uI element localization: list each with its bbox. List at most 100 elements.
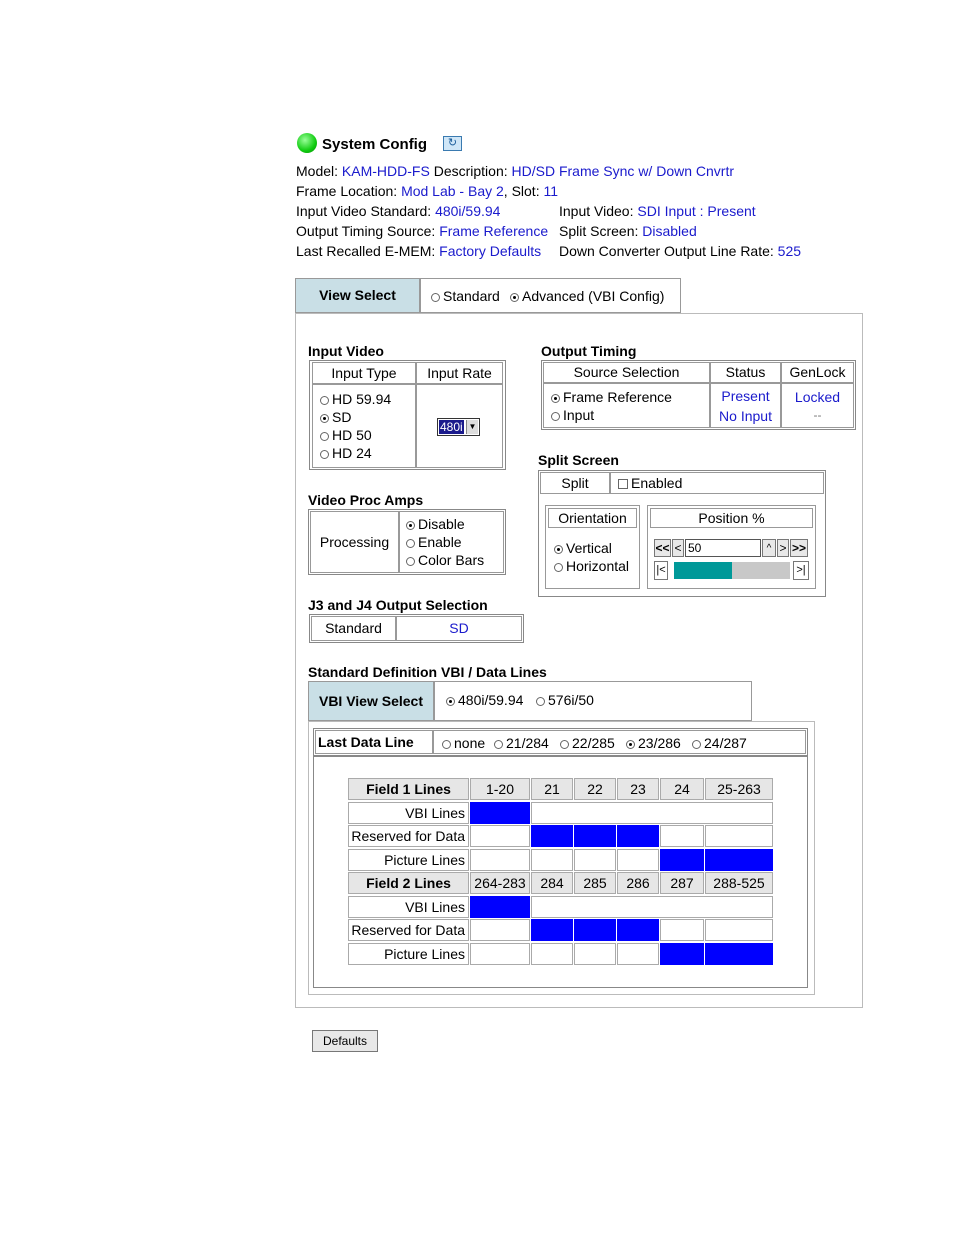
j3j4-title: J3 and J4 Output Selection [308, 597, 488, 613]
processing-option-label: Enable [418, 534, 462, 550]
input-rate-select[interactable]: 480i ▼ [437, 418, 480, 436]
input-type-sd[interactable]: SD [320, 409, 351, 425]
genlock-value: -- [813, 408, 822, 422]
vbi-fill-cell [705, 848, 773, 871]
vbi-fill-cell [470, 801, 530, 824]
radio-selected-icon[interactable] [406, 520, 415, 530]
radio-icon[interactable] [431, 292, 440, 302]
field2-header: Field 2 Lines [348, 872, 469, 894]
radio-icon[interactable] [494, 739, 503, 749]
position-slider-fill[interactable] [674, 562, 732, 579]
last-line-23[interactable]: 23/286 [626, 735, 681, 751]
vbi-empty-cell [531, 848, 573, 871]
radio-icon[interactable] [406, 538, 415, 548]
radio-icon[interactable] [560, 739, 569, 749]
position-fast-increase-button[interactable]: >> [790, 539, 808, 557]
radio-selected-icon[interactable] [320, 413, 329, 423]
radio-icon[interactable] [320, 431, 329, 441]
split-screen-line: Split Screen: Disabled [559, 223, 697, 239]
defaults-button[interactable]: Defaults [312, 1030, 378, 1052]
input-type-hd50[interactable]: HD 50 [320, 427, 372, 443]
radio-icon[interactable] [320, 449, 329, 459]
position-fast-decrease-button[interactable]: << [654, 539, 671, 557]
radio-icon[interactable] [406, 556, 415, 566]
radio-icon[interactable] [692, 739, 701, 749]
field2-col-header: 285 [574, 872, 616, 894]
radio-icon[interactable] [442, 739, 451, 749]
radio-icon[interactable] [554, 562, 563, 572]
iv-value: SDI Input : Present [637, 203, 756, 219]
processing-option-label: Disable [418, 516, 465, 532]
last-line-none[interactable]: none [442, 735, 485, 751]
source-input[interactable]: Input [551, 407, 594, 423]
last-data-line-options: none 21/284 22/285 23/286 24/287 [433, 730, 806, 754]
split-value: Disabled [642, 223, 697, 239]
slider-end-button[interactable]: >| [793, 561, 809, 580]
last-line-21[interactable]: 21/284 [494, 735, 549, 751]
slider-start-button[interactable]: |< [654, 561, 668, 580]
radio-selected-icon[interactable] [510, 292, 519, 302]
vbi-empty-cell [705, 919, 773, 941]
checkbox-icon[interactable] [618, 479, 628, 490]
radio-icon[interactable] [320, 395, 329, 405]
input-video-line: Input Video: SDI Input : Present [559, 203, 756, 219]
last-line-label: 21/284 [506, 735, 549, 751]
refresh-icon[interactable]: ↻ [443, 136, 462, 151]
view-select-options: Standard Advanced (VBI Config) [420, 278, 681, 313]
vbi-fill-cell [705, 942, 773, 965]
input-type-hd5994[interactable]: HD 59.94 [320, 391, 391, 407]
model-value: KAM-HDD-FS [341, 163, 430, 179]
source-frame-reference[interactable]: Frame Reference [551, 389, 672, 405]
view-select-tab: View Select [295, 278, 420, 313]
dc-value: 525 [777, 243, 802, 259]
field1-row-label: Picture Lines [348, 848, 469, 871]
input-type-label: SD [332, 409, 352, 425]
vbi-576i-option[interactable]: 576i/50 [536, 692, 594, 708]
vbi-fill-cell [617, 919, 659, 941]
vbi-fill-cell [574, 919, 616, 941]
field2-col-header: 264-283 [470, 872, 530, 894]
orientation-horizontal[interactable]: Horizontal [554, 558, 629, 574]
j3j4-value[interactable]: SD [396, 616, 522, 641]
orientation-box: Orientation Vertical Horizontal [545, 505, 640, 589]
vbi-view-option-label: 480i/59.94 [458, 692, 524, 708]
vbi-empty-cell [617, 848, 659, 871]
processing-color-bars[interactable]: Color Bars [406, 552, 484, 568]
position-slider-track[interactable] [674, 562, 790, 579]
last-line-22[interactable]: 22/285 [560, 735, 615, 751]
position-decrease-button[interactable]: < [672, 539, 684, 557]
last-line-24[interactable]: 24/287 [692, 735, 747, 751]
radio-icon[interactable] [536, 696, 545, 706]
split-screen-title: Split Screen [538, 452, 619, 468]
vbi-480i-option[interactable]: 480i/59.94 [446, 692, 523, 708]
radio-selected-icon[interactable] [551, 393, 560, 403]
input-rate-header: Input Rate [416, 362, 503, 384]
ots-value: Frame Reference [439, 223, 549, 239]
radio-selected-icon[interactable] [554, 544, 563, 554]
split-enabled-checkbox[interactable]: Enabled [618, 475, 682, 491]
position-input[interactable]: 50 [685, 539, 761, 557]
genlock-header: GenLock [781, 362, 854, 383]
input-rate-cell: 480i ▼ [416, 384, 503, 468]
view-standard-option[interactable]: Standard [431, 288, 500, 304]
input-type-hd24[interactable]: HD 24 [320, 445, 372, 461]
chevron-down-icon[interactable]: ▼ [466, 420, 478, 434]
processing-options: Disable Enable Color Bars [399, 511, 504, 573]
vbi-fill-cell [660, 848, 704, 871]
video-proc-title: Video Proc Amps [308, 492, 424, 508]
status-header: Status [710, 362, 781, 383]
vbi-empty-cell [574, 942, 616, 965]
processing-enable[interactable]: Enable [406, 534, 462, 550]
position-increase-button[interactable]: > [777, 539, 789, 557]
last-line-label: 23/286 [638, 735, 681, 751]
processing-disable[interactable]: Disable [406, 516, 465, 532]
radio-icon[interactable] [551, 411, 560, 421]
processing-label: Processing [310, 511, 399, 573]
page-title: System Config [322, 136, 428, 153]
view-advanced-option[interactable]: Advanced (VBI Config) [510, 288, 664, 304]
radio-selected-icon[interactable] [446, 696, 455, 706]
radio-selected-icon[interactable] [626, 739, 635, 749]
orientation-vertical[interactable]: Vertical [554, 540, 612, 556]
position-spin-button[interactable]: ^ [762, 539, 776, 557]
source-label: Frame Reference [563, 389, 672, 405]
